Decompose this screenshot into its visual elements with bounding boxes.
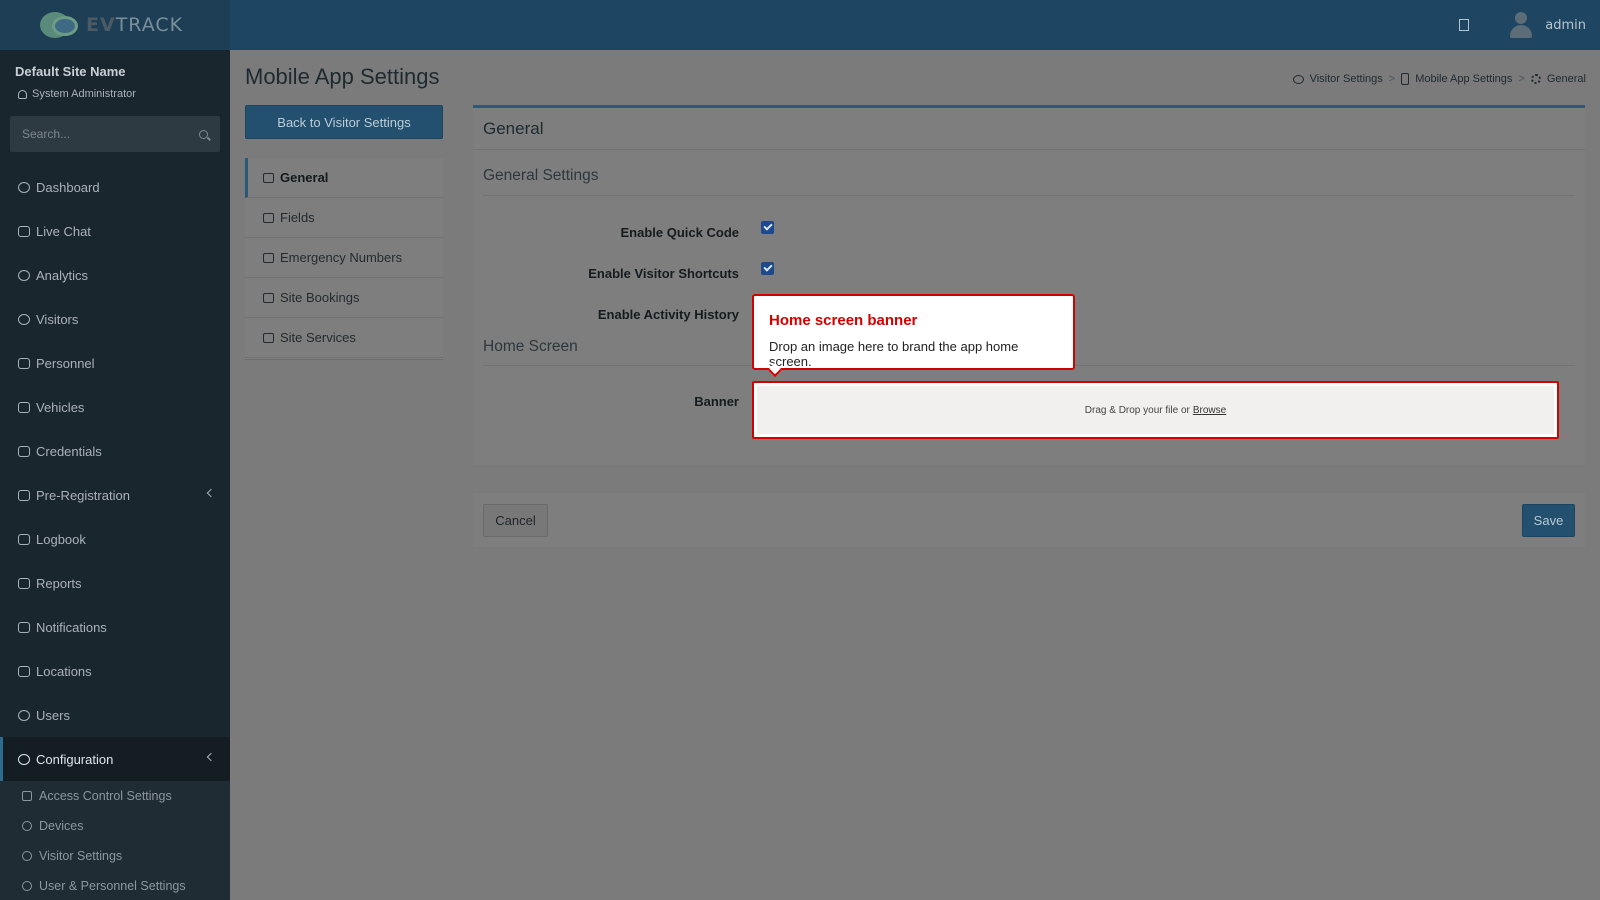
eye-icon <box>1292 74 1304 84</box>
sidebar-nav: Dashboard Live Chat Analytics Visitors P… <box>0 165 230 900</box>
device-gear-icon <box>22 821 32 831</box>
tooltip-callout: Home screen banner Drop an image here to… <box>752 294 1075 378</box>
sidebar-subitem-access-control[interactable]: Access Control Settings <box>0 781 230 811</box>
tab-general[interactable]: General <box>245 158 443 198</box>
search-input[interactable] <box>22 127 192 141</box>
lock-icon <box>22 791 32 801</box>
breadcrumb-visitor-settings[interactable]: Visitor Settings <box>1310 73 1383 85</box>
service-bell-icon <box>263 332 274 343</box>
tab-fields[interactable]: Fields <box>245 198 443 238</box>
visitor-shortcuts-checkbox[interactable] <box>761 262 774 275</box>
cancel-button[interactable]: Cancel <box>483 504 548 537</box>
eye-icon <box>18 313 30 325</box>
search-icon[interactable] <box>199 129 208 139</box>
sidebar-item-credentials[interactable]: Credentials <box>0 429 230 473</box>
sliders-icon <box>263 172 274 183</box>
back-to-visitor-settings-button[interactable]: Back to Visitor Settings <box>245 105 443 139</box>
activity-history-label: Enable Activity History <box>597 307 739 322</box>
sidebar-item-pre-registration[interactable]: Pre-Registration <box>0 473 230 517</box>
personnel-icon <box>18 357 30 369</box>
sidebar-item-locations[interactable]: Locations <box>0 649 230 693</box>
logo[interactable]: EVTRACK <box>0 0 230 50</box>
sidebar-item-logbook[interactable]: Logbook <box>0 517 230 561</box>
user-name[interactable]: admin <box>1545 18 1586 33</box>
main-content: Mobile App Settings Visitor Settings > M… <box>230 50 1600 900</box>
sidebar-subitem-user-personnel[interactable]: User & Personnel Settings <box>0 871 230 900</box>
sidebar-item-notifications[interactable]: Notifications <box>0 605 230 649</box>
chevron-left-icon <box>206 488 216 498</box>
banner-label: Banner <box>694 394 739 409</box>
sidebar-item-dashboard[interactable]: Dashboard <box>0 165 230 209</box>
card-title: General <box>473 108 1585 150</box>
reports-icon <box>18 577 30 589</box>
quick-code-checkbox[interactable] <box>761 221 774 234</box>
sidebar-item-configuration[interactable]: Configuration <box>0 737 230 781</box>
person-icon <box>18 89 27 99</box>
banner-dropzone[interactable]: Drag & Drop your file or Browse <box>752 381 1559 439</box>
eye-icon <box>22 851 32 861</box>
user-role: System Administrator <box>18 88 136 100</box>
headset-icon <box>18 225 30 237</box>
building-icon[interactable] <box>1459 19 1470 31</box>
gear-icon <box>18 753 30 765</box>
analytics-icon <box>18 269 30 281</box>
sidebar-item-reports[interactable]: Reports <box>0 561 230 605</box>
avatar[interactable] <box>1509 10 1533 40</box>
logo-mark-icon <box>38 10 82 40</box>
divider <box>483 195 1575 196</box>
car-icon <box>18 401 30 413</box>
save-button[interactable]: Save <box>1522 504 1575 537</box>
sidebar-item-analytics[interactable]: Analytics <box>0 253 230 297</box>
sidebar-subitem-devices[interactable]: Devices <box>0 811 230 841</box>
users-icon <box>18 709 30 721</box>
gear-icon <box>1530 74 1541 84</box>
form-actions: Cancel Save <box>473 493 1585 547</box>
breadcrumb-general: General <box>1546 73 1586 85</box>
phone-icon <box>263 252 274 263</box>
callout-title: Home screen banner <box>769 312 918 329</box>
tab-site-services[interactable]: Site Services <box>245 318 443 358</box>
calendar-icon <box>263 292 274 303</box>
home-screen-heading: Home Screen <box>483 338 578 355</box>
top-right-controls: admin <box>1459 0 1586 50</box>
top-bar: EVTRACK admin <box>0 0 1600 50</box>
page-title: Mobile App Settings <box>245 64 440 89</box>
sidebar-search <box>10 116 220 152</box>
site-name: Default Site Name <box>15 64 126 79</box>
breadcrumb-mobile-app-settings[interactable]: Mobile App Settings <box>1415 73 1512 85</box>
general-settings-heading: General Settings <box>483 167 599 184</box>
dashboard-icon <box>18 181 30 193</box>
sidebar: Default Site Name System Administrator D… <box>0 50 230 900</box>
user-settings-icon <box>22 881 32 891</box>
chevron-left-icon <box>206 752 216 762</box>
book-icon <box>18 533 30 545</box>
sidebar-item-users[interactable]: Users <box>0 693 230 737</box>
tab-site-bookings[interactable]: Site Bookings <box>245 278 443 318</box>
sidebar-item-visitors[interactable]: Visitors <box>0 297 230 341</box>
breadcrumb: Visitor Settings > Mobile App Settings >… <box>1292 73 1586 85</box>
settings-tabs: General Fields Emergency Numbers Site Bo… <box>245 158 443 360</box>
sidebar-item-live-chat[interactable]: Live Chat <box>0 209 230 253</box>
sidebar-subitem-visitor-settings[interactable]: Visitor Settings <box>0 841 230 871</box>
map-icon <box>18 665 30 677</box>
browse-link[interactable]: Browse <box>1193 405 1226 416</box>
credential-icon <box>18 445 30 457</box>
checklist-icon <box>263 212 274 223</box>
sidebar-item-personnel[interactable]: Personnel <box>0 341 230 385</box>
mobile-icon <box>1401 73 1410 85</box>
logo-text: EVTRACK <box>86 14 184 36</box>
quick-code-label: Enable Quick Code <box>620 225 739 240</box>
sidebar-item-vehicles[interactable]: Vehicles <box>0 385 230 429</box>
visitor-shortcuts-label: Enable Visitor Shortcuts <box>588 266 739 281</box>
general-settings-card: General General Settings Enable Quick Co… <box>473 105 1585 465</box>
notification-icon <box>18 621 30 633</box>
dropzone-text: Drag & Drop your file or <box>1084 404 1190 416</box>
arrows-icon <box>18 489 30 501</box>
callout-text: Drop an image here to brand the app home… <box>769 339 1019 369</box>
tab-emergency-numbers[interactable]: Emergency Numbers <box>245 238 443 278</box>
configuration-submenu: Access Control Settings Devices Visitor … <box>0 781 230 900</box>
